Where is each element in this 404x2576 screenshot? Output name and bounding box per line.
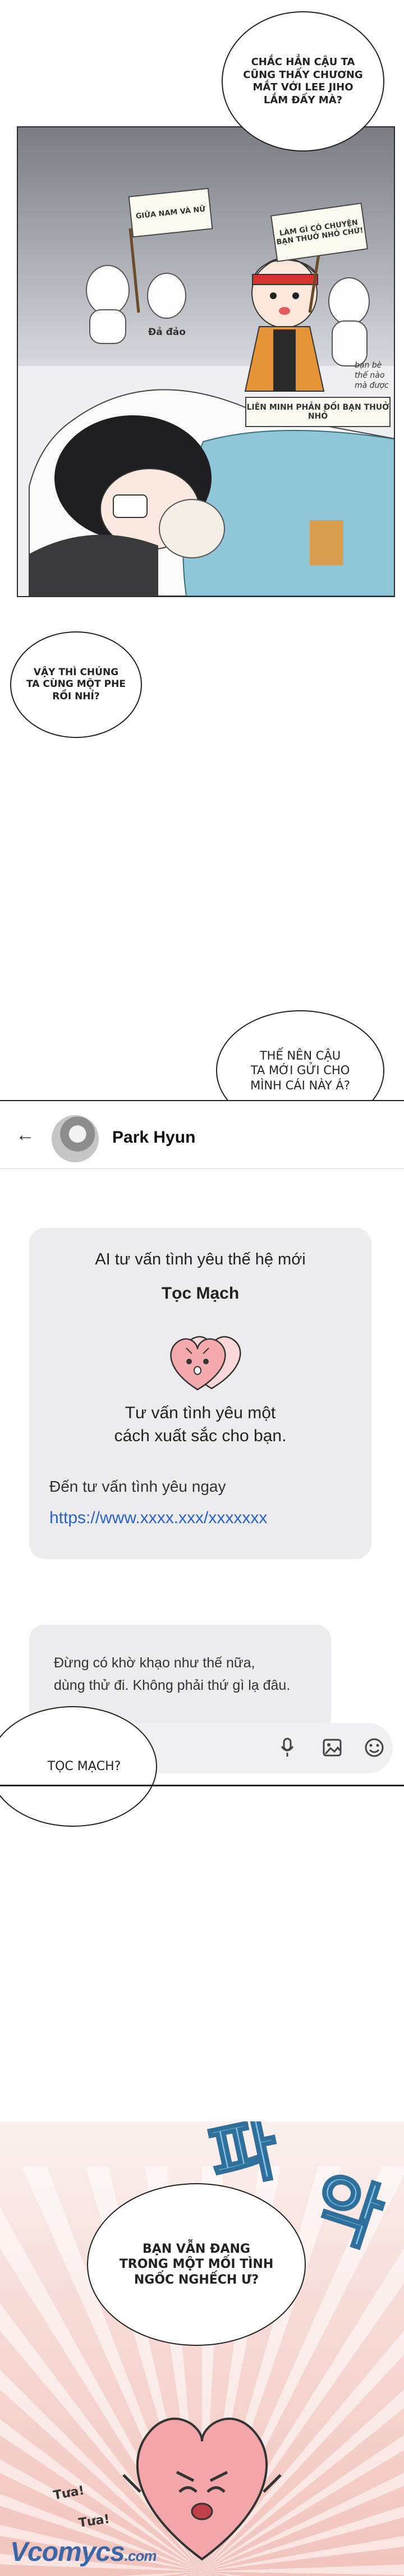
bubble-line: VẬY THÌ CHÚNG — [33, 667, 119, 679]
watermark-suffix: .com — [124, 2547, 157, 2564]
card-desc-line: Tư vấn tình yêu một — [125, 1404, 276, 1422]
bubble-line: CŨNG THẤY CHƯƠNG — [243, 68, 363, 81]
shout-left: Đả đảo — [148, 327, 186, 338]
image-icon[interactable] — [320, 1735, 345, 1760]
watermark-text: Vcomycs — [10, 2537, 125, 2567]
bubble-line: NGỐC NGHẾCH Ư? — [134, 2272, 259, 2287]
bubble-line: RỒI NHỈ? — [52, 690, 100, 702]
bubble-line: CHẮC HẲN CẬU TA — [251, 56, 355, 68]
bubble-gossip: TỌC MẠCH? — [0, 1706, 157, 1827]
sent-line: dùng thử đi. Không phải thứ gì lạ đâu. — [54, 1677, 291, 1693]
contact-name: Park Hyun — [112, 1128, 196, 1147]
chat-header: ← Park Hyun — [0, 1100, 404, 1169]
heart-mascot-icon — [170, 1336, 241, 1391]
protest-sign-left: GIỮA NAM VÀ NỮ — [128, 187, 213, 238]
ad-message-card[interactable]: AI tư vấn tình yêu thế hệ mới Tọc Mạch T… — [29, 1228, 371, 1559]
card-desc-line: cách xuất sắc cho bạn. — [114, 1426, 287, 1445]
bubble-lee-jiho: CHẮC HẲN CẬU TA CŨNG THẤY CHƯƠNG MẮT VỚI… — [222, 11, 384, 152]
panel-heart-mascot: 파 악 BẠN VẪN ĐANG TRONG MỘT MỐI TÌNH NGỐC… — [0, 2121, 404, 2576]
bubble-dumb-love: BẠN VẪN ĐANG TRONG MỘT MỐI TÌNH NGỐC NGH… — [87, 2183, 306, 2346]
banner: LIÊN MINH PHẢN ĐỐI BẠN THUỞ NHỎ — [245, 397, 391, 427]
back-arrow-icon[interactable]: ← — [16, 1124, 38, 1146]
chat-screen: ← Park Hyun AI tư vấn tình yêu thế hệ mớ… — [0, 1100, 404, 1785]
bubble-same-team: VẬY THÌ CHÚNG TA CÙNG MỘT PHE RỒI NHỈ? — [10, 631, 142, 738]
avatar[interactable] — [52, 1115, 99, 1162]
bubble-line: TA MỚI GỬI CHO — [250, 1064, 350, 1078]
sign-left-text: GIỮA NAM VÀ NỮ — [135, 205, 206, 221]
bubble-line: BẠN VẪN ĐANG — [143, 2242, 250, 2256]
bubble-line: TỌC MẠCH? — [47, 1759, 121, 1773]
shout-right: bạn bè thế nào mà được — [355, 360, 394, 391]
bubble-line: LẮM ĐẤY MÀ? — [263, 94, 343, 106]
card-link[interactable]: https://www.xxxx.xxx/xxxxxxx — [49, 1509, 267, 1528]
card-cta: Đến tư vấn tình yêu ngay — [49, 1478, 226, 1495]
panel-divider — [0, 1785, 404, 1786]
shout-right-line2: mà được — [355, 381, 389, 391]
mic-icon[interactable] — [275, 1735, 300, 1760]
card-description: Tư vấn tình yêu một cách xuất sắc cho bạ… — [29, 1402, 371, 1447]
shout-right-line1: bạn bè thế nào — [355, 361, 385, 381]
bubble-line: TRONG MỘT MỐI TÌNH — [119, 2257, 274, 2272]
bubble-line: MẮT VỚI LEE JIHO — [252, 81, 354, 93]
watermark-logo: Vcomycs.com — [10, 2537, 157, 2568]
sent-message-text: Đừng có khờ khạo như thế nữa, dùng thử đ… — [54, 1652, 290, 1697]
bubble-line: MÌNH CÁI NÀY Á? — [250, 1078, 350, 1092]
card-headline: AI tư vấn tình yêu thế hệ mới — [95, 1250, 306, 1268]
panel-classroom: GIỮA NAM VÀ NỮ LÀM GÌ CÓ CHUYỆN BẠN THUỞ… — [17, 126, 395, 597]
bubble-line: THẾ NÊN CẬU — [259, 1049, 341, 1063]
emoji-icon[interactable] — [362, 1735, 387, 1760]
sent-line: Đừng có khờ khạo như thế nữa, — [54, 1655, 255, 1671]
card-brand: Tọc Mạch — [161, 1284, 240, 1303]
bubble-line: TA CÙNG MỘT PHE — [26, 679, 126, 690]
